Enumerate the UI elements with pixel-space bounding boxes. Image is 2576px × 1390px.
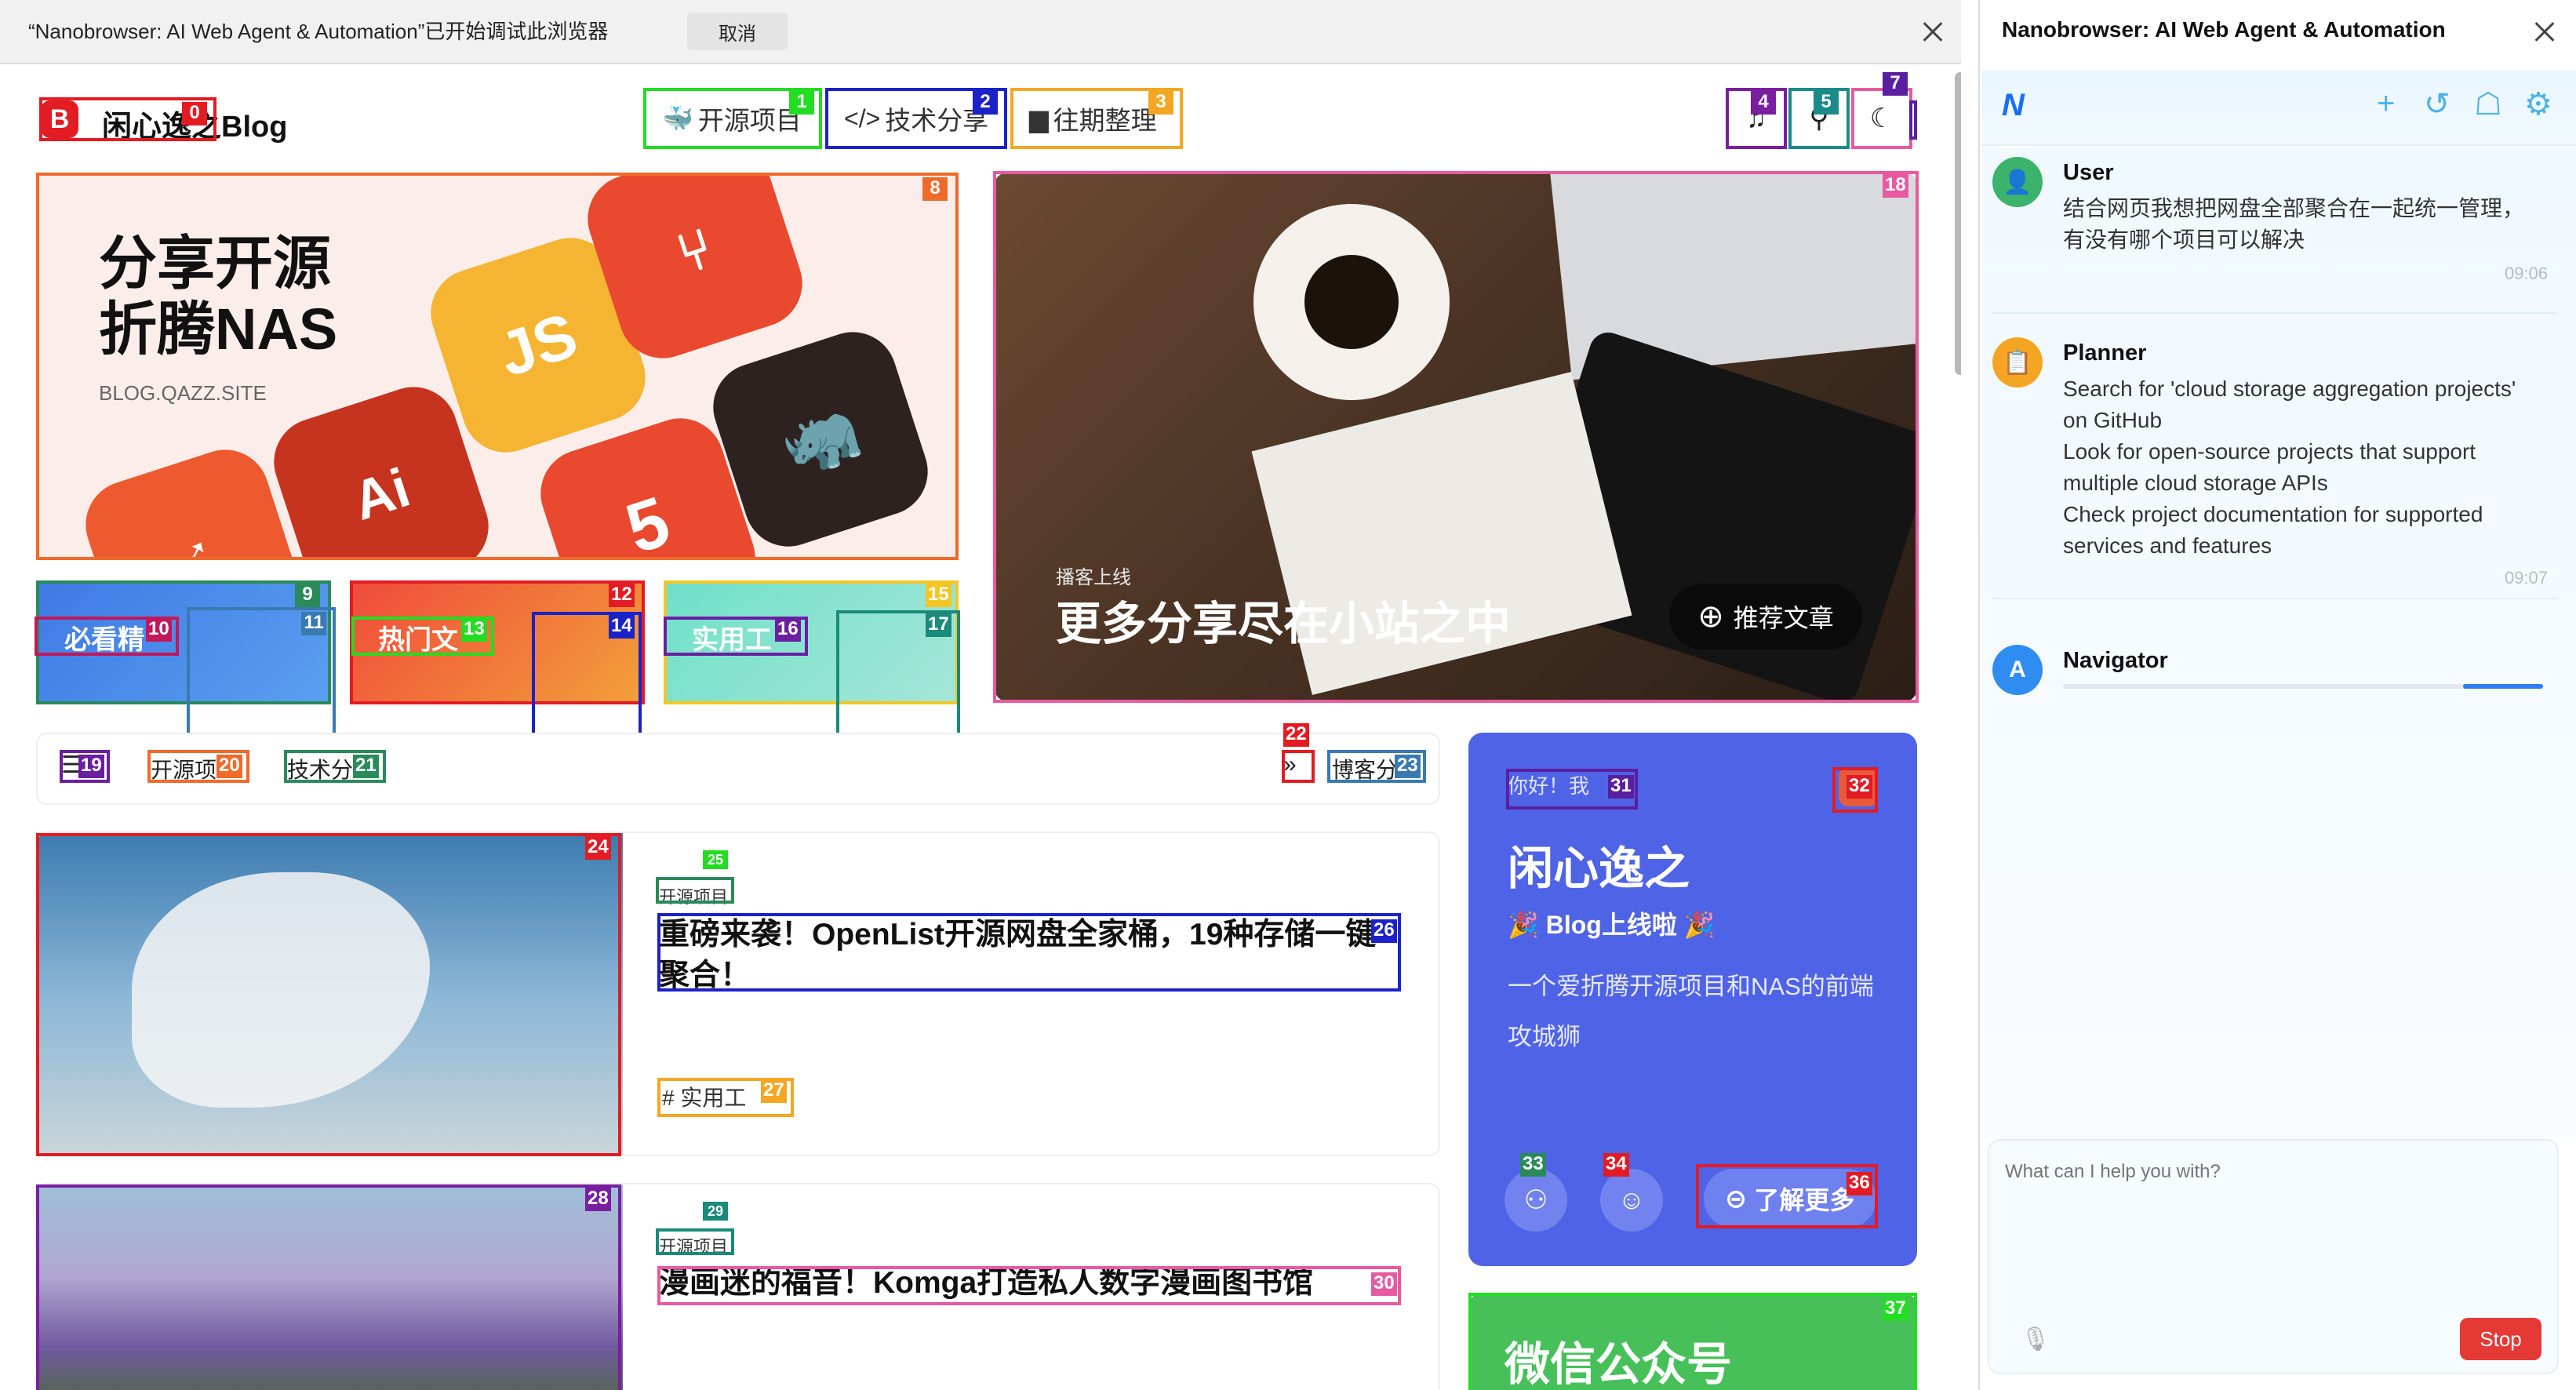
message-line: Search for 'cloud storage aggregation pr… bbox=[2063, 377, 2516, 401]
element-tag: 36 bbox=[1846, 1172, 1872, 1195]
element-tag: 22 bbox=[1283, 723, 1309, 747]
scrollbar[interactable] bbox=[1955, 72, 1961, 375]
element-tag: 33 bbox=[1520, 1153, 1546, 1177]
screen: “Nanobrowser: AI Web Agent & Automation”… bbox=[0, 0, 2576, 1390]
loading-track bbox=[2063, 684, 2543, 689]
element-tag: 16 bbox=[775, 618, 801, 642]
element-tag: 18 bbox=[1883, 174, 1908, 198]
debugger-message: “Nanobrowser: AI Web Agent & Automation”… bbox=[28, 20, 609, 43]
element-tag: 26 bbox=[1371, 919, 1397, 943]
element-tag: 11 bbox=[301, 612, 326, 635]
element-tag: 27 bbox=[761, 1079, 787, 1103]
message-sender: Navigator bbox=[2063, 648, 2168, 673]
message-line: services and features bbox=[2063, 533, 2272, 558]
element-tag: 1 bbox=[789, 91, 814, 115]
element-tag: 37 bbox=[1883, 1297, 1908, 1321]
plus-icon[interactable]: + bbox=[2377, 86, 2395, 122]
message-line: 结合网页我想把网盘全部聚合在一起统一管理， bbox=[2063, 196, 2525, 220]
element-tag: 3 bbox=[1148, 91, 1173, 115]
highlight-box bbox=[1909, 100, 1917, 140]
element-tag: 28 bbox=[585, 1188, 611, 1211]
clipboard-icon: 📋 bbox=[1992, 337, 2043, 388]
highlight-box bbox=[1468, 1293, 1917, 1390]
highlight-box bbox=[657, 913, 1401, 992]
element-tag: 9 bbox=[295, 584, 320, 607]
element-tag: 25 bbox=[703, 850, 728, 869]
element-tag: 21 bbox=[353, 755, 379, 778]
user-avatar-icon: 👤 bbox=[1992, 157, 2043, 207]
nav-label: 往期整理 bbox=[1053, 106, 1157, 135]
chat-message-planner: 📋 Planner Search for 'cloud storage aggr… bbox=[1992, 337, 2557, 599]
element-tag: 7 bbox=[1883, 72, 1908, 96]
element-tag: 13 bbox=[461, 618, 487, 642]
loading-indicator bbox=[2463, 684, 2543, 689]
close-icon[interactable] bbox=[1917, 16, 1948, 47]
code-icon: </> bbox=[844, 104, 881, 133]
docker-icon: 🐳 bbox=[662, 104, 693, 133]
profile-blog-launch: 🎉 Blog上线啦 🎉 bbox=[1508, 911, 1716, 939]
navigator-avatar-icon: A bbox=[1992, 645, 2043, 695]
message-line: 有没有哪个项目可以解决 bbox=[2063, 227, 2305, 252]
qq-icon[interactable]: ☺ bbox=[1600, 1169, 1663, 1232]
profile-name: 闲心逸之 bbox=[1508, 843, 1690, 894]
github-icon[interactable]: ⚇ bbox=[1504, 1169, 1567, 1232]
element-tag: 24 bbox=[585, 836, 611, 860]
element-tag: 10 bbox=[146, 618, 172, 642]
highlight-box bbox=[36, 833, 621, 1156]
debugger-bar: “Nanobrowser: AI Web Agent & Automation”… bbox=[0, 0, 1961, 64]
message-text: Search for 'cloud storage aggregation pr… bbox=[2063, 373, 2549, 562]
highlight-box bbox=[36, 1184, 621, 1390]
message-line: Check project documentation for supporte… bbox=[2063, 502, 2483, 526]
element-tag: 32 bbox=[1846, 775, 1872, 799]
element-tag: 12 bbox=[609, 584, 635, 607]
element-tag: 19 bbox=[78, 755, 104, 778]
chat-input[interactable] bbox=[2005, 1161, 2538, 1302]
element-tag: 4 bbox=[1751, 91, 1776, 115]
element-tag: 30 bbox=[1371, 1272, 1397, 1296]
message-line: multiple cloud storage APIs bbox=[2063, 471, 2328, 495]
element-tag: 14 bbox=[609, 615, 635, 639]
message-time: 09:06 bbox=[2504, 264, 2548, 283]
theme-toggle-button[interactable]: ☾ bbox=[1851, 88, 1912, 149]
highlight-box bbox=[36, 173, 959, 560]
profile-description: 一个爱折腾开源项目和NAS的前端攻城狮 bbox=[1508, 973, 1874, 1050]
element-tag: 31 bbox=[1608, 775, 1634, 799]
element-tag: 17 bbox=[926, 613, 951, 637]
message-sender: Planner bbox=[2063, 340, 2147, 366]
element-tag: 20 bbox=[216, 755, 242, 778]
element-tag: 34 bbox=[1603, 1153, 1629, 1177]
archive-icon: ▆ bbox=[1029, 104, 1049, 133]
chat-message-user: 👤 User 结合网页我想把网盘全部聚合在一起统一管理， 有没有哪个项目可以解决… bbox=[1992, 157, 2557, 314]
close-icon[interactable] bbox=[2529, 16, 2560, 47]
highlight-box bbox=[656, 877, 734, 904]
cancel-debug-button[interactable]: 取消 bbox=[687, 13, 788, 50]
message-text: 结合网页我想把网盘全部聚合在一起统一管理， 有没有哪个项目可以解决 bbox=[2063, 193, 2549, 256]
nanobrowser-logo: N bbox=[2002, 88, 2025, 122]
element-tag: 2 bbox=[973, 91, 998, 115]
microphone-icon[interactable]: 🎙 bbox=[2021, 1326, 2050, 1353]
stop-button[interactable]: Stop bbox=[2460, 1318, 2541, 1360]
message-line: Look for open-source projects that suppo… bbox=[2063, 439, 2476, 464]
chat-message-navigator: A Navigator bbox=[1992, 645, 2557, 723]
element-tag: 15 bbox=[926, 584, 951, 607]
chat-input-box: 🎙 Stop bbox=[1988, 1139, 2559, 1374]
highlight-box bbox=[1282, 750, 1315, 783]
message-sender: User bbox=[2063, 160, 2114, 185]
element-tag: 23 bbox=[1395, 755, 1421, 778]
nav-label: 开源项目 bbox=[697, 106, 802, 135]
highlight-box bbox=[657, 1266, 1401, 1305]
element-tag: 5 bbox=[1814, 91, 1839, 115]
message-time: 09:07 bbox=[2504, 568, 2548, 588]
element-tag: 0 bbox=[182, 102, 207, 126]
side-panel-title: Nanobrowser: AI Web Agent & Automation bbox=[2002, 17, 2446, 42]
message-line: on GitHub bbox=[2063, 408, 2163, 432]
highlight-box bbox=[993, 171, 1919, 703]
element-tag: 8 bbox=[922, 177, 948, 201]
moon-icon: ☾ bbox=[1869, 104, 1894, 133]
highlight-box bbox=[656, 1228, 734, 1255]
discord-icon[interactable]: ☖ bbox=[2474, 86, 2502, 122]
gear-icon[interactable]: ⚙ bbox=[2524, 86, 2552, 122]
element-tag: 29 bbox=[703, 1202, 728, 1221]
history-icon[interactable]: ↺ bbox=[2424, 86, 2450, 122]
